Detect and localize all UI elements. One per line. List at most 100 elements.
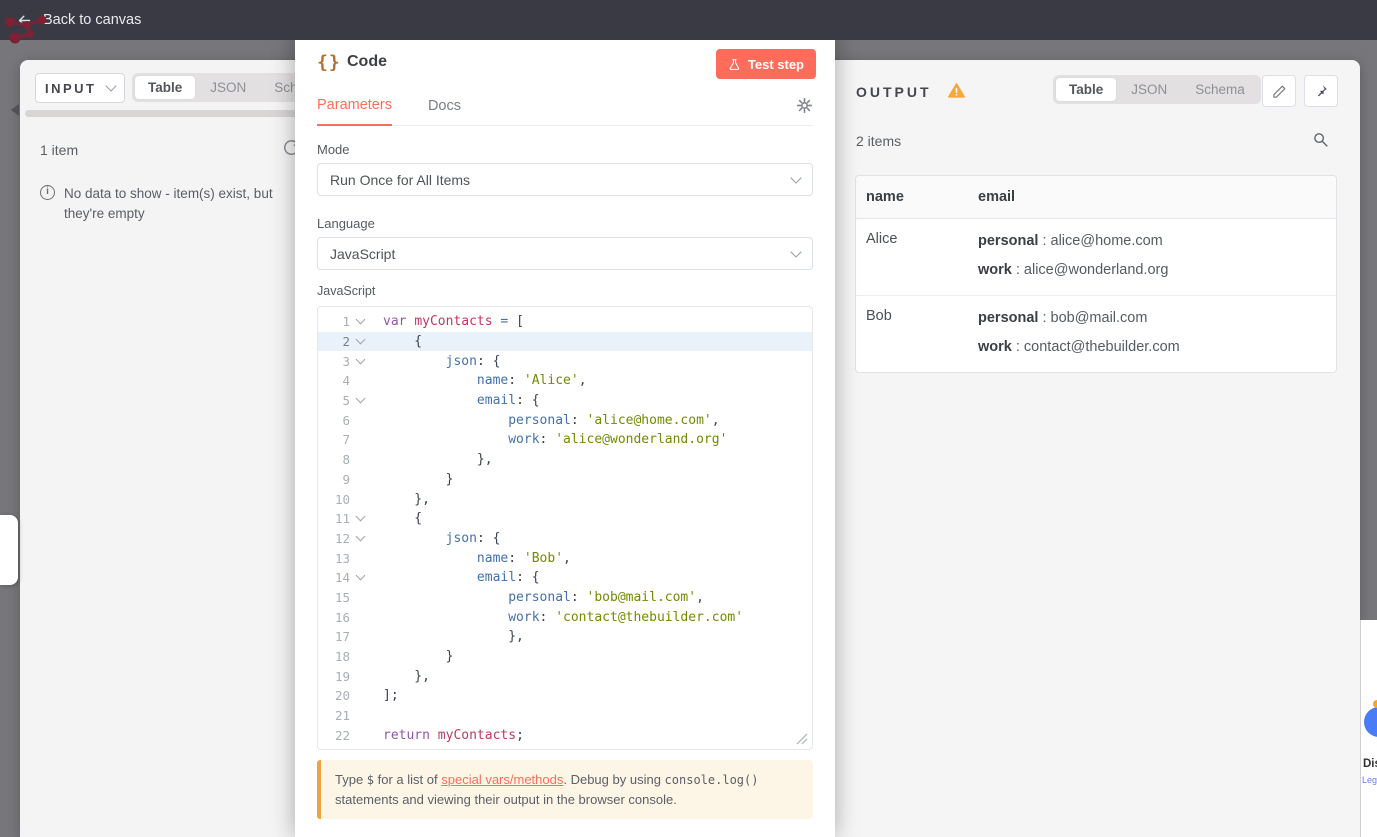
code-line[interactable]: 2 {: [318, 331, 812, 352]
code-line[interactable]: 7 work: 'alice@wonderland.org': [318, 430, 812, 450]
line-number: 6: [342, 412, 350, 428]
code-line[interactable]: 13 name: 'Bob',: [318, 548, 812, 568]
code-line[interactable]: 14 email: {: [318, 568, 812, 588]
column-header-email: email: [978, 189, 1016, 205]
fold-chevron-icon[interactable]: [355, 393, 365, 404]
code-line[interactable]: 12 json: {: [318, 529, 812, 549]
code-line[interactable]: 1 var myContacts = [: [318, 312, 812, 332]
input-source-dropdown[interactable]: INPUT: [35, 73, 125, 103]
fold-chevron-icon[interactable]: [355, 570, 365, 581]
code-text: name: 'Alice',: [476, 373, 587, 389]
mode-select[interactable]: Run Once for All Items: [317, 163, 813, 196]
code-node-modal: {} Code Test step Parameters Docs Mode R…: [295, 22, 835, 837]
code-line[interactable]: 21: [318, 706, 812, 726]
code-text: },: [383, 452, 493, 468]
fold-chevron-icon[interactable]: [355, 354, 365, 365]
search-icon[interactable]: [1312, 131, 1329, 148]
left-edge-handle[interactable]: [0, 515, 18, 585]
code-line[interactable]: 17 },: [318, 627, 812, 647]
code-text: {: [383, 511, 423, 527]
mode-select-value: Run Once for All Items: [330, 171, 471, 188]
warning-icon[interactable]: [948, 82, 965, 99]
code-text: var myContacts = [: [383, 314, 524, 330]
code-line[interactable]: 8 },: [318, 450, 812, 470]
edit-output-button[interactable]: [1262, 75, 1296, 107]
code-line[interactable]: 5 email: {: [318, 391, 812, 411]
code-line[interactable]: 4 name: 'Alice',: [318, 371, 812, 391]
line-number: 13: [334, 550, 350, 566]
code-line[interactable]: 3 json: {: [318, 351, 812, 371]
pin-icon: [1317, 85, 1327, 97]
tab-docs[interactable]: Docs: [428, 98, 461, 125]
gutter-fold-column: [350, 511, 370, 522]
language-label: Language: [317, 216, 375, 231]
line-number: 3: [342, 353, 350, 369]
input-tab-json[interactable]: JSON: [197, 76, 259, 99]
input-tab-table[interactable]: Table: [135, 76, 196, 99]
line-number: 7: [342, 432, 350, 448]
code-text: }: [383, 649, 454, 665]
fold-chevron-icon[interactable]: [355, 314, 365, 325]
code-text: },: [383, 629, 524, 645]
app-screen: Back to canvas INPUT Table JSON Schema 1…: [0, 0, 1377, 837]
mode-label: Mode: [317, 142, 350, 157]
modal-tab-bar: Parameters Docs: [317, 86, 813, 126]
output-tab-table[interactable]: Table: [1056, 78, 1117, 101]
empty-message-text: No data to show - item(s) exist, but the…: [64, 186, 273, 221]
code-text: email: {: [476, 570, 540, 586]
line-number: 8: [342, 452, 350, 468]
line-number: 10: [334, 491, 350, 507]
code-text: personal: 'bob@mail.com',: [508, 589, 704, 605]
code-text: personal: 'alice@home.com',: [508, 412, 720, 428]
special-vars-link[interactable]: special vars/methods: [441, 772, 563, 787]
code-text: name: 'Bob',: [476, 550, 571, 566]
output-tab-schema[interactable]: Schema: [1182, 78, 1258, 101]
code-line[interactable]: 16 work: 'contact@thebuilder.com': [318, 607, 812, 627]
code-editor[interactable]: 1 var myContacts = [2 {3 json: {4 name: '…: [317, 306, 813, 750]
line-number: 18: [334, 649, 350, 665]
table-row: Bob personal : bob@mail.com work : contact…: [856, 295, 1336, 372]
code-line[interactable]: 15 personal: 'bob@mail.com',: [318, 588, 812, 608]
fold-chevron-icon[interactable]: [355, 531, 365, 542]
code-line[interactable]: 18 }: [318, 647, 812, 667]
gear-icon[interactable]: [796, 97, 813, 114]
table-row: Alice personal : alice@home.com work : ali…: [856, 219, 1336, 295]
line-number: 19: [334, 668, 350, 684]
gutter-fold-column: [350, 314, 370, 325]
panel-collapse-arrow[interactable]: [11, 104, 19, 116]
info-icon: i: [40, 185, 55, 200]
code-text: work: 'alice@wonderland.org': [508, 432, 728, 448]
output-panel: OUTPUT Table JSON Schema 2 items name em…: [820, 60, 1360, 837]
code-line[interactable]: 6 personal: 'alice@home.com',: [318, 410, 812, 430]
hint-text: . Debug by using: [563, 772, 665, 787]
language-select[interactable]: JavaScript: [317, 237, 813, 270]
code-line[interactable]: 19 },: [318, 666, 812, 686]
line-number: 17: [334, 629, 350, 645]
code-line[interactable]: 22 return myContacts;: [318, 725, 812, 745]
code-line[interactable]: 20];: [318, 686, 812, 706]
blue-circle-icon[interactable]: [1364, 707, 1377, 737]
line-number: 22: [334, 727, 350, 743]
fold-chevron-icon[interactable]: [355, 511, 365, 522]
code-line[interactable]: 10 },: [318, 489, 812, 509]
tab-parameters[interactable]: Parameters: [317, 97, 392, 126]
output-table: name email Alice personal : alice@home.co…: [855, 175, 1337, 373]
line-number: 15: [334, 589, 350, 605]
code-line[interactable]: 11 {: [318, 509, 812, 529]
parameters-form: Mode Run Once for All Items Language Jav…: [317, 126, 813, 819]
resize-grip-icon[interactable]: [796, 733, 808, 745]
code-line[interactable]: 9 }: [318, 470, 812, 490]
test-step-button[interactable]: Test step: [715, 49, 816, 79]
output-items-count: 2 items: [856, 133, 902, 149]
fold-chevron-icon[interactable]: [355, 334, 365, 345]
panel-resize-bar[interactable]: [25, 110, 303, 117]
pin-data-button[interactable]: [1304, 75, 1338, 107]
flask-icon: [729, 58, 740, 70]
cell-name: Bob: [866, 308, 892, 324]
code-editor-label: JavaScript: [317, 284, 376, 298]
email-entry: work : alice@wonderland.org: [978, 262, 1169, 278]
code-text: work: 'contact@thebuilder.com': [508, 609, 744, 625]
gutter-fold-column: [350, 354, 370, 365]
output-tab-json[interactable]: JSON: [1118, 78, 1180, 101]
line-number: 20: [334, 688, 350, 704]
